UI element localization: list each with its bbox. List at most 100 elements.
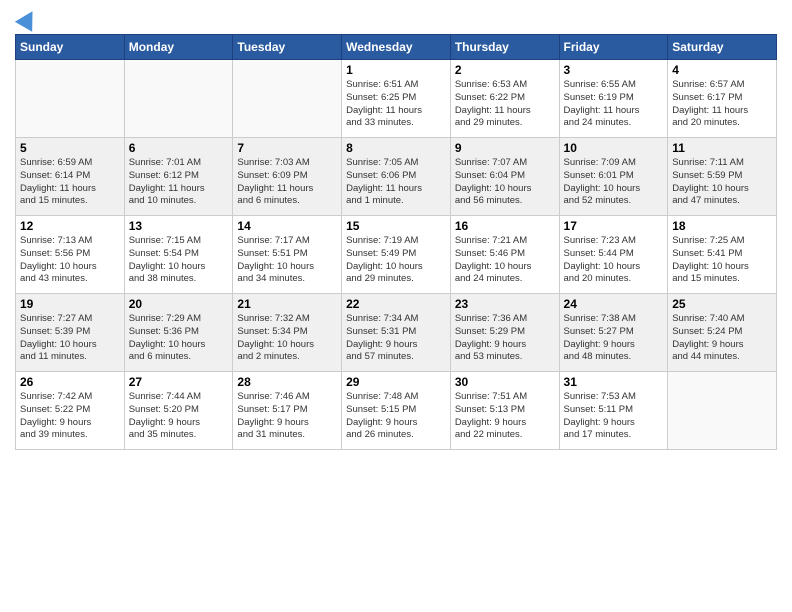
day-number: 6: [129, 141, 229, 155]
day-number: 17: [564, 219, 664, 233]
calendar-cell: 29 Sunrise: 7:48 AM Sunset: 5:15 PM Dayli…: [342, 372, 451, 450]
day-content: Sunrise: 7:05 AM Sunset: 6:06 PM Dayligh…: [346, 157, 446, 208]
day-content: Sunrise: 7:09 AM Sunset: 6:01 PM Dayligh…: [564, 157, 664, 208]
day-number: 22: [346, 297, 446, 311]
day-content: Sunrise: 7:38 AM Sunset: 5:27 PM Dayligh…: [564, 313, 664, 364]
calendar-cell: 5 Sunrise: 6:59 AM Sunset: 6:14 PM Daylig…: [16, 138, 125, 216]
day-content: Sunrise: 7:01 AM Sunset: 6:12 PM Dayligh…: [129, 157, 229, 208]
day-number: 20: [129, 297, 229, 311]
calendar-cell: 15 Sunrise: 7:19 AM Sunset: 5:49 PM Dayli…: [342, 216, 451, 294]
calendar-cell: 22 Sunrise: 7:34 AM Sunset: 5:31 PM Dayli…: [342, 294, 451, 372]
day-number: 13: [129, 219, 229, 233]
day-content: Sunrise: 6:59 AM Sunset: 6:14 PM Dayligh…: [20, 157, 120, 208]
day-number: 30: [455, 375, 555, 389]
day-number: 7: [237, 141, 337, 155]
day-content: Sunrise: 7:19 AM Sunset: 5:49 PM Dayligh…: [346, 235, 446, 286]
calendar-week-row: 26 Sunrise: 7:42 AM Sunset: 5:22 PM Dayli…: [16, 372, 777, 450]
day-number: 5: [20, 141, 120, 155]
calendar-cell: 24 Sunrise: 7:38 AM Sunset: 5:27 PM Dayli…: [559, 294, 668, 372]
calendar-cell: 28 Sunrise: 7:46 AM Sunset: 5:17 PM Dayli…: [233, 372, 342, 450]
day-content: Sunrise: 7:21 AM Sunset: 5:46 PM Dayligh…: [455, 235, 555, 286]
day-content: Sunrise: 6:51 AM Sunset: 6:25 PM Dayligh…: [346, 79, 446, 130]
day-content: Sunrise: 7:29 AM Sunset: 5:36 PM Dayligh…: [129, 313, 229, 364]
calendar-cell: 16 Sunrise: 7:21 AM Sunset: 5:46 PM Dayli…: [450, 216, 559, 294]
logo-arrow-icon: [15, 6, 41, 32]
calendar-cell: 7 Sunrise: 7:03 AM Sunset: 6:09 PM Daylig…: [233, 138, 342, 216]
calendar-cell: 31Sunrise: 7:53 AM Sunset: 5:11 PM Dayli…: [559, 372, 668, 450]
day-content: Sunrise: 7:48 AM Sunset: 5:15 PM Dayligh…: [346, 391, 446, 442]
calendar-cell: 12Sunrise: 7:13 AM Sunset: 5:56 PM Dayli…: [16, 216, 125, 294]
day-number: 4: [672, 63, 772, 77]
day-number: 3: [564, 63, 664, 77]
calendar-cell: 14Sunrise: 7:17 AM Sunset: 5:51 PM Dayli…: [233, 216, 342, 294]
calendar-cell: 3Sunrise: 6:55 AM Sunset: 6:19 PM Daylig…: [559, 60, 668, 138]
calendar-cell: 4Sunrise: 6:57 AM Sunset: 6:17 PM Daylig…: [668, 60, 777, 138]
day-content: Sunrise: 7:51 AM Sunset: 5:13 PM Dayligh…: [455, 391, 555, 442]
day-number: 18: [672, 219, 772, 233]
calendar-cell: [16, 60, 125, 138]
calendar-cell: 23Sunrise: 7:36 AM Sunset: 5:29 PM Dayli…: [450, 294, 559, 372]
day-content: Sunrise: 7:27 AM Sunset: 5:39 PM Dayligh…: [20, 313, 120, 364]
page: SundayMondayTuesdayWednesdayThursdayFrid…: [0, 0, 792, 612]
day-content: Sunrise: 7:40 AM Sunset: 5:24 PM Dayligh…: [672, 313, 772, 364]
calendar-cell: 26 Sunrise: 7:42 AM Sunset: 5:22 PM Dayli…: [16, 372, 125, 450]
weekday-header-sunday: Sunday: [16, 35, 125, 60]
calendar-week-row: 1Sunrise: 6:51 AM Sunset: 6:25 PM Daylig…: [16, 60, 777, 138]
calendar-cell: 9 Sunrise: 7:07 AM Sunset: 6:04 PM Daylig…: [450, 138, 559, 216]
day-content: Sunrise: 6:53 AM Sunset: 6:22 PM Dayligh…: [455, 79, 555, 130]
day-number: 16: [455, 219, 555, 233]
day-number: 10: [564, 141, 664, 155]
day-content: Sunrise: 7:17 AM Sunset: 5:51 PM Dayligh…: [237, 235, 337, 286]
day-content: Sunrise: 7:23 AM Sunset: 5:44 PM Dayligh…: [564, 235, 664, 286]
day-number: 9: [455, 141, 555, 155]
day-content: Sunrise: 7:46 AM Sunset: 5:17 PM Dayligh…: [237, 391, 337, 442]
calendar-cell: 13Sunrise: 7:15 AM Sunset: 5:54 PM Dayli…: [124, 216, 233, 294]
logo: [15, 10, 38, 26]
day-content: Sunrise: 7:42 AM Sunset: 5:22 PM Dayligh…: [20, 391, 120, 442]
weekday-header-wednesday: Wednesday: [342, 35, 451, 60]
weekday-header-row: SundayMondayTuesdayWednesdayThursdayFrid…: [16, 35, 777, 60]
day-number: 26: [20, 375, 120, 389]
calendar-cell: 2 Sunrise: 6:53 AM Sunset: 6:22 PM Daylig…: [450, 60, 559, 138]
day-number: 28: [237, 375, 337, 389]
day-content: Sunrise: 7:44 AM Sunset: 5:20 PM Dayligh…: [129, 391, 229, 442]
day-content: Sunrise: 7:32 AM Sunset: 5:34 PM Dayligh…: [237, 313, 337, 364]
header: [15, 10, 777, 26]
calendar-cell: [233, 60, 342, 138]
calendar-cell: 11 Sunrise: 7:11 AM Sunset: 5:59 PM Dayli…: [668, 138, 777, 216]
day-number: 23: [455, 297, 555, 311]
calendar-cell: 6 Sunrise: 7:01 AM Sunset: 6:12 PM Daylig…: [124, 138, 233, 216]
day-number: 29: [346, 375, 446, 389]
day-content: Sunrise: 7:07 AM Sunset: 6:04 PM Dayligh…: [455, 157, 555, 208]
day-content: Sunrise: 7:34 AM Sunset: 5:31 PM Dayligh…: [346, 313, 446, 364]
day-content: Sunrise: 7:11 AM Sunset: 5:59 PM Dayligh…: [672, 157, 772, 208]
day-number: 27: [129, 375, 229, 389]
day-content: Sunrise: 7:25 AM Sunset: 5:41 PM Dayligh…: [672, 235, 772, 286]
calendar-table: SundayMondayTuesdayWednesdayThursdayFrid…: [15, 34, 777, 450]
weekday-header-thursday: Thursday: [450, 35, 559, 60]
day-number: 21: [237, 297, 337, 311]
calendar-cell: 1Sunrise: 6:51 AM Sunset: 6:25 PM Daylig…: [342, 60, 451, 138]
day-content: Sunrise: 7:03 AM Sunset: 6:09 PM Dayligh…: [237, 157, 337, 208]
calendar-cell: 8 Sunrise: 7:05 AM Sunset: 6:06 PM Daylig…: [342, 138, 451, 216]
day-number: 2: [455, 63, 555, 77]
calendar-cell: 10 Sunrise: 7:09 AM Sunset: 6:01 PM Dayli…: [559, 138, 668, 216]
day-number: 31: [564, 375, 664, 389]
calendar-cell: [124, 60, 233, 138]
weekday-header-tuesday: Tuesday: [233, 35, 342, 60]
calendar-week-row: 5 Sunrise: 6:59 AM Sunset: 6:14 PM Daylig…: [16, 138, 777, 216]
calendar-cell: [668, 372, 777, 450]
calendar-cell: 19 Sunrise: 7:27 AM Sunset: 5:39 PM Dayli…: [16, 294, 125, 372]
day-number: 11: [672, 141, 772, 155]
day-number: 19: [20, 297, 120, 311]
calendar-cell: 20 Sunrise: 7:29 AM Sunset: 5:36 PM Dayli…: [124, 294, 233, 372]
day-number: 15: [346, 219, 446, 233]
calendar-cell: 17 Sunrise: 7:23 AM Sunset: 5:44 PM Dayli…: [559, 216, 668, 294]
calendar-cell: 30 Sunrise: 7:51 AM Sunset: 5:13 PM Dayli…: [450, 372, 559, 450]
calendar-cell: 18 Sunrise: 7:25 AM Sunset: 5:41 PM Dayli…: [668, 216, 777, 294]
calendar-week-row: 12Sunrise: 7:13 AM Sunset: 5:56 PM Dayli…: [16, 216, 777, 294]
calendar-week-row: 19 Sunrise: 7:27 AM Sunset: 5:39 PM Dayli…: [16, 294, 777, 372]
day-number: 8: [346, 141, 446, 155]
day-number: 24: [564, 297, 664, 311]
calendar-cell: 21 Sunrise: 7:32 AM Sunset: 5:34 PM Dayli…: [233, 294, 342, 372]
